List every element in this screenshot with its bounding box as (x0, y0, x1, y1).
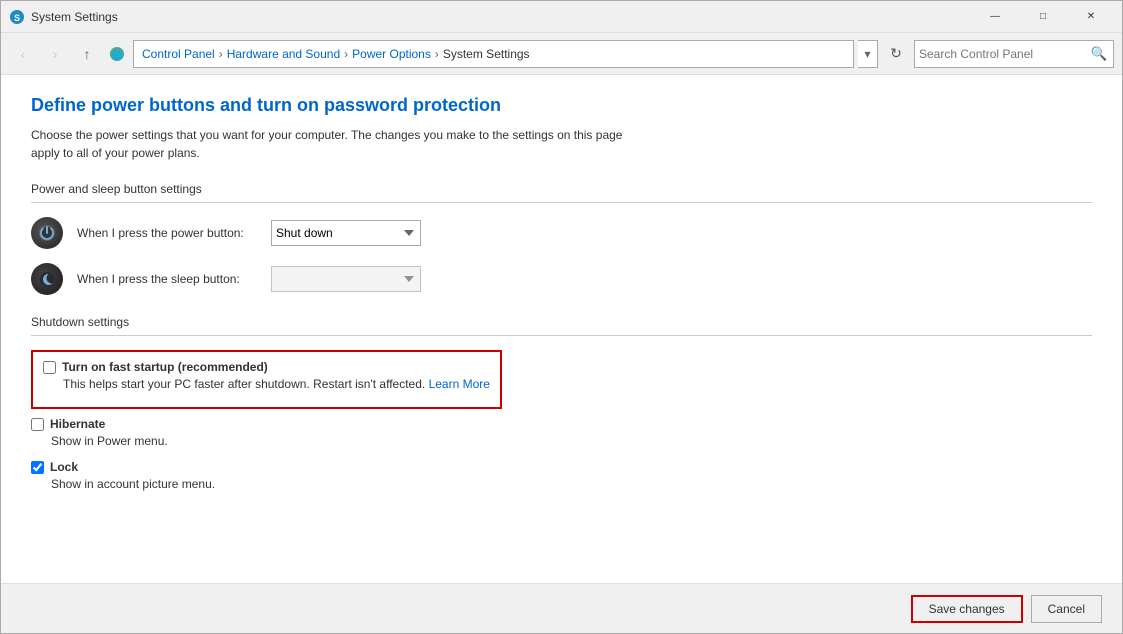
page-heading: Define power buttons and turn on passwor… (31, 95, 1092, 116)
power-button-dropdown[interactable]: Shut down Sleep Hibernate Turn off the d… (271, 220, 421, 246)
lock-row: Lock (31, 460, 1092, 474)
sleep-button-row: When I press the sleep button: Sleep Hib… (31, 263, 1092, 295)
page-description: Choose the power settings that you want … (31, 126, 631, 162)
learn-more-link[interactable]: Learn More (429, 377, 490, 391)
lock-group: Lock Show in account picture menu. (31, 460, 1092, 493)
fast-startup-sublabel: This helps start your PC faster after sh… (63, 376, 490, 393)
fast-startup-box: Turn on fast startup (recommended) This … (31, 350, 502, 409)
content-area: Define power buttons and turn on passwor… (1, 75, 1122, 583)
sleep-icon (31, 263, 63, 295)
hibernate-row: Hibernate (31, 417, 1092, 431)
hibernate-label[interactable]: Hibernate (50, 417, 105, 431)
title-bar: S System Settings — □ ✕ (1, 1, 1122, 33)
app-icon: S (9, 9, 25, 25)
hibernate-group: Hibernate Show in Power menu. (31, 417, 1092, 450)
lock-label[interactable]: Lock (50, 460, 78, 474)
power-button-row: When I press the power button: Shut down… (31, 217, 1092, 249)
fast-startup-row: Turn on fast startup (recommended) (43, 360, 490, 374)
window-controls: — □ ✕ (972, 1, 1114, 33)
cancel-button[interactable]: Cancel (1031, 595, 1102, 623)
power-icon (31, 217, 63, 249)
svg-text:🌐: 🌐 (111, 49, 122, 60)
up-button[interactable]: ↑ (73, 40, 101, 68)
maximize-button[interactable]: □ (1020, 1, 1066, 33)
minimize-button[interactable]: — (972, 1, 1018, 33)
sleep-button-label: When I press the sleep button: (77, 272, 257, 286)
close-button[interactable]: ✕ (1068, 1, 1114, 33)
shutdown-section: Shutdown settings Turn on fast startup (… (31, 315, 1092, 492)
hibernate-sublabel: Show in Power menu. (51, 433, 1092, 450)
search-box: 🔍 (914, 40, 1114, 68)
window-title: System Settings (31, 10, 972, 24)
fast-startup-label[interactable]: Turn on fast startup (recommended) (62, 360, 268, 374)
system-settings-window: S System Settings — □ ✕ ‹ › ↑ 🌐 Control … (0, 0, 1123, 634)
breadcrumb-current: System Settings (443, 47, 530, 61)
save-changes-button[interactable]: Save changes (911, 595, 1023, 623)
refresh-button[interactable]: ↻ (882, 40, 910, 68)
breadcrumb-control-panel[interactable]: Control Panel (142, 47, 215, 61)
address-bar: ‹ › ↑ 🌐 Control Panel › Hardware and Sou… (1, 33, 1122, 75)
forward-button[interactable]: › (41, 40, 69, 68)
location-icon: 🌐 (109, 46, 125, 62)
fast-startup-checkbox[interactable] (43, 361, 56, 374)
power-section-header: Power and sleep button settings (31, 182, 1092, 203)
search-input[interactable] (919, 47, 1089, 61)
back-button[interactable]: ‹ (9, 40, 37, 68)
search-button[interactable]: 🔍 (1089, 41, 1109, 67)
lock-checkbox[interactable] (31, 461, 44, 474)
svg-text:S: S (14, 13, 20, 23)
breadcrumb-bar: Control Panel › Hardware and Sound › Pow… (133, 40, 854, 68)
shutdown-section-header: Shutdown settings (31, 315, 1092, 336)
power-button-label: When I press the power button: (77, 226, 257, 240)
sleep-button-dropdown[interactable]: Sleep Hibernate Turn off the display Do … (271, 266, 421, 292)
hibernate-checkbox[interactable] (31, 418, 44, 431)
power-sleep-section: Power and sleep button settings When I p… (31, 182, 1092, 295)
lock-sublabel: Show in account picture menu. (51, 476, 1092, 493)
address-dropdown-button[interactable]: ▾ (858, 40, 878, 68)
breadcrumb-hardware-sound[interactable]: Hardware and Sound (227, 47, 340, 61)
bottom-bar: Save changes Cancel (1, 583, 1122, 633)
breadcrumb-power-options[interactable]: Power Options (352, 47, 431, 61)
main-content: Define power buttons and turn on passwor… (1, 75, 1122, 583)
